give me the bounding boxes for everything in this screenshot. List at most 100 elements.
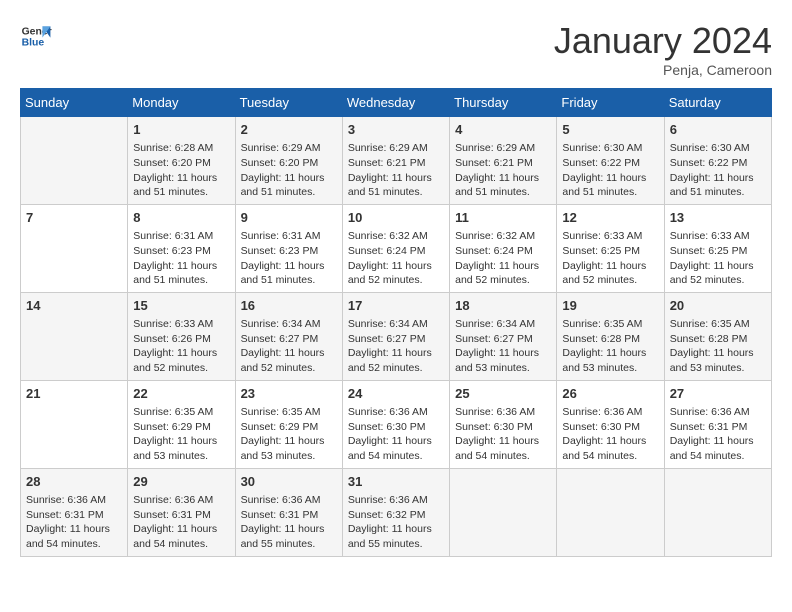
logo: General Blue (20, 20, 52, 52)
calendar-cell: 26 Sunrise: 6:36 AM Sunset: 6:30 PM Dayli… (557, 380, 664, 468)
calendar-week-row: 28 Sunrise: 6:36 AM Sunset: 6:31 PM Dayli… (21, 468, 772, 556)
calendar-cell: 21 (21, 380, 128, 468)
day-info: Sunrise: 6:36 AM Sunset: 6:32 PM Dayligh… (348, 493, 444, 552)
header-row: SundayMondayTuesdayWednesdayThursdayFrid… (21, 89, 772, 117)
calendar-cell: 16 Sunrise: 6:34 AM Sunset: 6:27 PM Dayli… (235, 292, 342, 380)
day-number: 10 (348, 209, 444, 227)
calendar-week-row: 14 15 Sunrise: 6:33 AM Sunset: 6:26 PM Day… (21, 292, 772, 380)
day-info: Sunrise: 6:36 AM Sunset: 6:30 PM Dayligh… (562, 405, 658, 464)
calendar-cell: 23 Sunrise: 6:35 AM Sunset: 6:29 PM Dayli… (235, 380, 342, 468)
calendar-cell: 15 Sunrise: 6:33 AM Sunset: 6:26 PM Dayli… (128, 292, 235, 380)
day-info: Sunrise: 6:36 AM Sunset: 6:31 PM Dayligh… (670, 405, 766, 464)
day-info: Sunrise: 6:36 AM Sunset: 6:30 PM Dayligh… (348, 405, 444, 464)
weekday-header: Wednesday (342, 89, 449, 117)
day-number: 14 (26, 297, 122, 315)
day-number: 5 (562, 121, 658, 139)
calendar-cell: 20 Sunrise: 6:35 AM Sunset: 6:28 PM Dayli… (664, 292, 771, 380)
day-number: 1 (133, 121, 229, 139)
calendar-cell: 9Sunrise: 6:31 AM Sunset: 6:23 PM Daylig… (235, 204, 342, 292)
day-number: 27 (670, 385, 766, 403)
day-number: 18 (455, 297, 551, 315)
calendar-week-row: 7 8Sunrise: 6:31 AM Sunset: 6:23 PM Dayli… (21, 204, 772, 292)
svg-text:Blue: Blue (22, 38, 45, 49)
day-number: 24 (348, 385, 444, 403)
day-number: 23 (241, 385, 337, 403)
day-info: Sunrise: 6:33 AM Sunset: 6:25 PM Dayligh… (670, 229, 766, 288)
weekday-header: Tuesday (235, 89, 342, 117)
calendar-cell: 12Sunrise: 6:33 AM Sunset: 6:25 PM Dayli… (557, 204, 664, 292)
day-info: Sunrise: 6:35 AM Sunset: 6:28 PM Dayligh… (670, 317, 766, 376)
day-info: Sunrise: 6:34 AM Sunset: 6:27 PM Dayligh… (241, 317, 337, 376)
day-info: Sunrise: 6:29 AM Sunset: 6:21 PM Dayligh… (455, 141, 551, 200)
month-title: January 2024 (554, 20, 772, 62)
day-info: Sunrise: 6:33 AM Sunset: 6:25 PM Dayligh… (562, 229, 658, 288)
calendar-cell: 7 (21, 204, 128, 292)
day-info: Sunrise: 6:29 AM Sunset: 6:20 PM Dayligh… (241, 141, 337, 200)
weekday-header: Friday (557, 89, 664, 117)
day-info: Sunrise: 6:35 AM Sunset: 6:29 PM Dayligh… (241, 405, 337, 464)
day-info: Sunrise: 6:33 AM Sunset: 6:26 PM Dayligh… (133, 317, 229, 376)
day-number: 17 (348, 297, 444, 315)
day-info: Sunrise: 6:34 AM Sunset: 6:27 PM Dayligh… (455, 317, 551, 376)
calendar-cell: 22Sunrise: 6:35 AM Sunset: 6:29 PM Dayli… (128, 380, 235, 468)
day-number: 13 (670, 209, 766, 227)
day-info: Sunrise: 6:30 AM Sunset: 6:22 PM Dayligh… (670, 141, 766, 200)
day-number: 7 (26, 209, 122, 227)
day-number: 11 (455, 209, 551, 227)
day-number: 2 (241, 121, 337, 139)
day-info: Sunrise: 6:32 AM Sunset: 6:24 PM Dayligh… (455, 229, 551, 288)
logo-icon: General Blue (20, 20, 52, 52)
calendar-cell: 29Sunrise: 6:36 AM Sunset: 6:31 PM Dayli… (128, 468, 235, 556)
day-number: 19 (562, 297, 658, 315)
day-info: Sunrise: 6:35 AM Sunset: 6:29 PM Dayligh… (133, 405, 229, 464)
calendar-cell: 19 Sunrise: 6:35 AM Sunset: 6:28 PM Dayli… (557, 292, 664, 380)
day-number: 25 (455, 385, 551, 403)
day-info: Sunrise: 6:30 AM Sunset: 6:22 PM Dayligh… (562, 141, 658, 200)
day-number: 16 (241, 297, 337, 315)
location: Penja, Cameroon (554, 62, 772, 78)
day-number: 3 (348, 121, 444, 139)
day-number: 26 (562, 385, 658, 403)
day-number: 30 (241, 473, 337, 491)
calendar-cell: 14 (21, 292, 128, 380)
weekday-header: Thursday (450, 89, 557, 117)
day-info: Sunrise: 6:29 AM Sunset: 6:21 PM Dayligh… (348, 141, 444, 200)
day-number: 9 (241, 209, 337, 227)
day-number: 15 (133, 297, 229, 315)
calendar-week-row: 1 Sunrise: 6:28 AM Sunset: 6:20 PM Daylig… (21, 117, 772, 205)
day-info: Sunrise: 6:32 AM Sunset: 6:24 PM Dayligh… (348, 229, 444, 288)
day-number: 4 (455, 121, 551, 139)
calendar-cell: 25 Sunrise: 6:36 AM Sunset: 6:30 PM Dayli… (450, 380, 557, 468)
calendar-cell: 11 Sunrise: 6:32 AM Sunset: 6:24 PM Dayli… (450, 204, 557, 292)
calendar-cell: 27 Sunrise: 6:36 AM Sunset: 6:31 PM Dayli… (664, 380, 771, 468)
calendar-cell: 24 Sunrise: 6:36 AM Sunset: 6:30 PM Dayli… (342, 380, 449, 468)
day-number: 31 (348, 473, 444, 491)
calendar-cell: 1 Sunrise: 6:28 AM Sunset: 6:20 PM Daylig… (128, 117, 235, 205)
calendar-cell: 5 Sunrise: 6:30 AM Sunset: 6:22 PM Daylig… (557, 117, 664, 205)
calendar-cell: 10 Sunrise: 6:32 AM Sunset: 6:24 PM Dayli… (342, 204, 449, 292)
day-info: Sunrise: 6:28 AM Sunset: 6:20 PM Dayligh… (133, 141, 229, 200)
day-info: Sunrise: 6:36 AM Sunset: 6:31 PM Dayligh… (26, 493, 122, 552)
day-number: 6 (670, 121, 766, 139)
weekday-header: Monday (128, 89, 235, 117)
calendar-cell: 13 Sunrise: 6:33 AM Sunset: 6:25 PM Dayli… (664, 204, 771, 292)
calendar-cell: 3 Sunrise: 6:29 AM Sunset: 6:21 PM Daylig… (342, 117, 449, 205)
calendar-cell (21, 117, 128, 205)
calendar-table: SundayMondayTuesdayWednesdayThursdayFrid… (20, 88, 772, 557)
day-number: 28 (26, 473, 122, 491)
calendar-cell (557, 468, 664, 556)
day-number: 20 (670, 297, 766, 315)
day-info: Sunrise: 6:36 AM Sunset: 6:30 PM Dayligh… (455, 405, 551, 464)
day-number: 21 (26, 385, 122, 403)
day-number: 8 (133, 209, 229, 227)
calendar-cell: 2 Sunrise: 6:29 AM Sunset: 6:20 PM Daylig… (235, 117, 342, 205)
day-info: Sunrise: 6:34 AM Sunset: 6:27 PM Dayligh… (348, 317, 444, 376)
calendar-cell: 8Sunrise: 6:31 AM Sunset: 6:23 PM Daylig… (128, 204, 235, 292)
calendar-cell (450, 468, 557, 556)
calendar-cell: 30Sunrise: 6:36 AM Sunset: 6:31 PM Dayli… (235, 468, 342, 556)
calendar-cell (664, 468, 771, 556)
calendar-week-row: 21 22Sunrise: 6:35 AM Sunset: 6:29 PM Day… (21, 380, 772, 468)
day-info: Sunrise: 6:35 AM Sunset: 6:28 PM Dayligh… (562, 317, 658, 376)
day-info: Sunrise: 6:36 AM Sunset: 6:31 PM Dayligh… (133, 493, 229, 552)
calendar-cell: 18 Sunrise: 6:34 AM Sunset: 6:27 PM Dayli… (450, 292, 557, 380)
